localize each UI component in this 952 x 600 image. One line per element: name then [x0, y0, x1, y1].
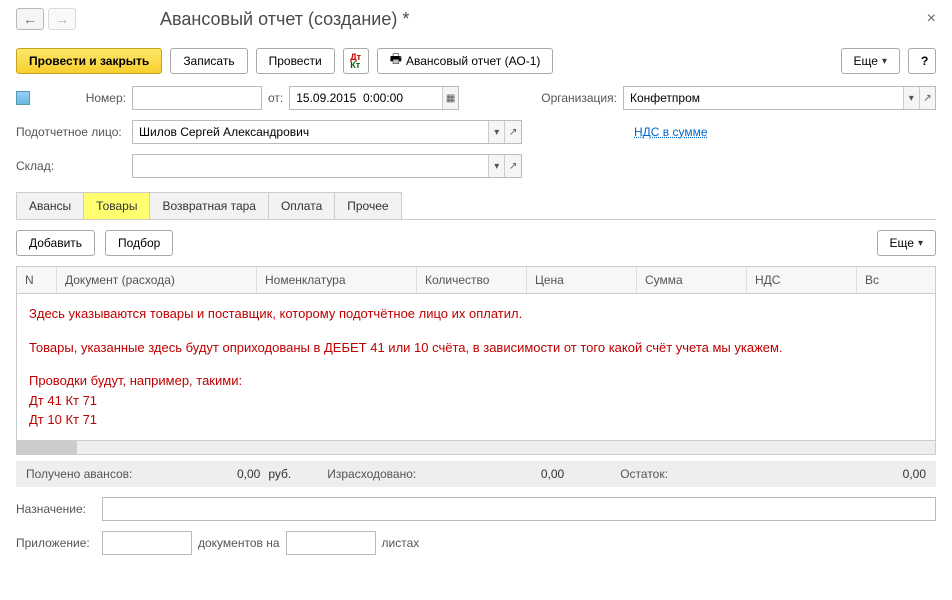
info-text-3: Проводки будут, например, такими:: [29, 371, 923, 391]
horizontal-scrollbar[interactable]: [17, 440, 935, 454]
tab-advances[interactable]: Авансы: [16, 192, 84, 219]
doc-icon: [16, 91, 30, 105]
currency: руб.: [268, 467, 291, 481]
close-icon[interactable]: ×: [927, 10, 936, 28]
scrollbar-thumb[interactable]: [17, 441, 77, 454]
print-report-label: Авансовый отчет (АО-1): [406, 54, 540, 68]
col-qty: Количество: [417, 267, 527, 293]
tab-returnable[interactable]: Возвратная тара: [149, 192, 269, 219]
select-button[interactable]: Подбор: [105, 230, 173, 256]
docs-on-label: документов на: [198, 536, 280, 550]
balance-value: 0,00: [676, 467, 926, 481]
balance-label: Остаток:: [620, 467, 668, 481]
col-price: Цена: [527, 267, 637, 293]
tab-more-label: Еще: [890, 236, 914, 250]
attach-label: Приложение:: [16, 536, 96, 550]
help-button[interactable]: ?: [908, 48, 936, 74]
date-input[interactable]: [290, 87, 442, 109]
spent-value: 0,00: [424, 467, 564, 481]
more-button[interactable]: Еще ▾: [841, 48, 900, 74]
chevron-down-icon: ▾: [918, 238, 923, 249]
calendar-button[interactable]: ▦: [442, 87, 458, 109]
sheets-label: листах: [382, 536, 420, 550]
tab-goods[interactable]: Товары: [83, 192, 150, 219]
warehouse-label: Склад:: [16, 159, 126, 173]
post-close-button[interactable]: Провести и закрыть: [16, 48, 162, 74]
table-body[interactable]: Здесь указываются товары и поставщик, ко…: [17, 294, 935, 440]
received-value: 0,00: [140, 467, 260, 481]
tab-more-button[interactable]: Еще ▾: [877, 230, 936, 256]
docs-count-input[interactable]: [103, 532, 191, 554]
sheets-count-input[interactable]: [287, 532, 375, 554]
printer-icon: 🖶: [390, 50, 402, 72]
col-sum: Сумма: [637, 267, 747, 293]
number-input[interactable]: [133, 87, 261, 109]
open-icon: ↗: [923, 93, 931, 104]
goods-table: N Документ (расхода) Номенклатура Количе…: [16, 266, 936, 455]
print-report-button[interactable]: 🖶 Авансовый отчет (АО-1): [377, 48, 554, 74]
add-button[interactable]: Добавить: [16, 230, 95, 256]
table-header: N Документ (расхода) Номенклатура Количе…: [17, 267, 935, 294]
number-label: Номер:: [36, 91, 126, 105]
post-button[interactable]: Провести: [256, 48, 335, 74]
info-text-1: Здесь указываются товары и поставщик, ко…: [29, 304, 923, 324]
chevron-down-icon: ▾: [494, 127, 499, 138]
person-input[interactable]: [133, 121, 488, 143]
info-text-2: Товары, указанные здесь будут оприходова…: [29, 338, 923, 358]
tab-other[interactable]: Прочее: [334, 192, 401, 219]
page-title: Авансовый отчет (создание) *: [160, 9, 409, 30]
summary-bar: Получено авансов: 0,00 руб. Израсходован…: [16, 461, 936, 487]
warehouse-dropdown-button[interactable]: ▾: [488, 155, 505, 177]
purpose-input[interactable]: [103, 498, 935, 520]
warehouse-open-button[interactable]: ↗: [504, 155, 521, 177]
nav-back-button[interactable]: ←: [16, 8, 44, 30]
purpose-label: Назначение:: [16, 502, 96, 516]
col-vat: НДС: [747, 267, 857, 293]
info-text-4: Дт 41 Кт 71: [29, 391, 923, 411]
calendar-icon: ▦: [446, 93, 455, 104]
chevron-down-icon: ▾: [882, 56, 887, 67]
received-label: Получено авансов:: [26, 467, 132, 481]
col-n: N: [17, 267, 57, 293]
dt-kt-icon: ДтКт: [350, 53, 361, 69]
more-label: Еще: [854, 54, 878, 68]
col-doc: Документ (расхода): [57, 267, 257, 293]
org-input[interactable]: [624, 87, 903, 109]
tab-payment[interactable]: Оплата: [268, 192, 335, 219]
person-label: Подотчетное лицо:: [16, 125, 126, 139]
person-dropdown-button[interactable]: ▾: [488, 121, 505, 143]
col-nomenclature: Номенклатура: [257, 267, 417, 293]
vat-link[interactable]: НДС в сумме: [634, 125, 708, 139]
person-open-button[interactable]: ↗: [504, 121, 521, 143]
dt-kt-button[interactable]: ДтКт: [343, 48, 369, 74]
tabs: Авансы Товары Возвратная тара Оплата Про…: [16, 192, 936, 220]
warehouse-input[interactable]: [133, 155, 488, 177]
org-dropdown-button[interactable]: ▾: [903, 87, 919, 109]
org-label: Организация:: [541, 91, 617, 105]
open-icon: ↗: [509, 161, 517, 172]
nav-forward-button[interactable]: →: [48, 8, 76, 30]
col-total: Вс: [857, 267, 935, 293]
save-button[interactable]: Записать: [170, 48, 247, 74]
spent-label: Израсходовано:: [327, 467, 416, 481]
chevron-down-icon: ▾: [494, 161, 499, 172]
open-icon: ↗: [509, 127, 517, 138]
org-open-button[interactable]: ↗: [919, 87, 935, 109]
chevron-down-icon: ▾: [909, 93, 914, 104]
info-text-5: Дт 10 Кт 71: [29, 410, 923, 430]
from-label: от:: [268, 91, 283, 105]
